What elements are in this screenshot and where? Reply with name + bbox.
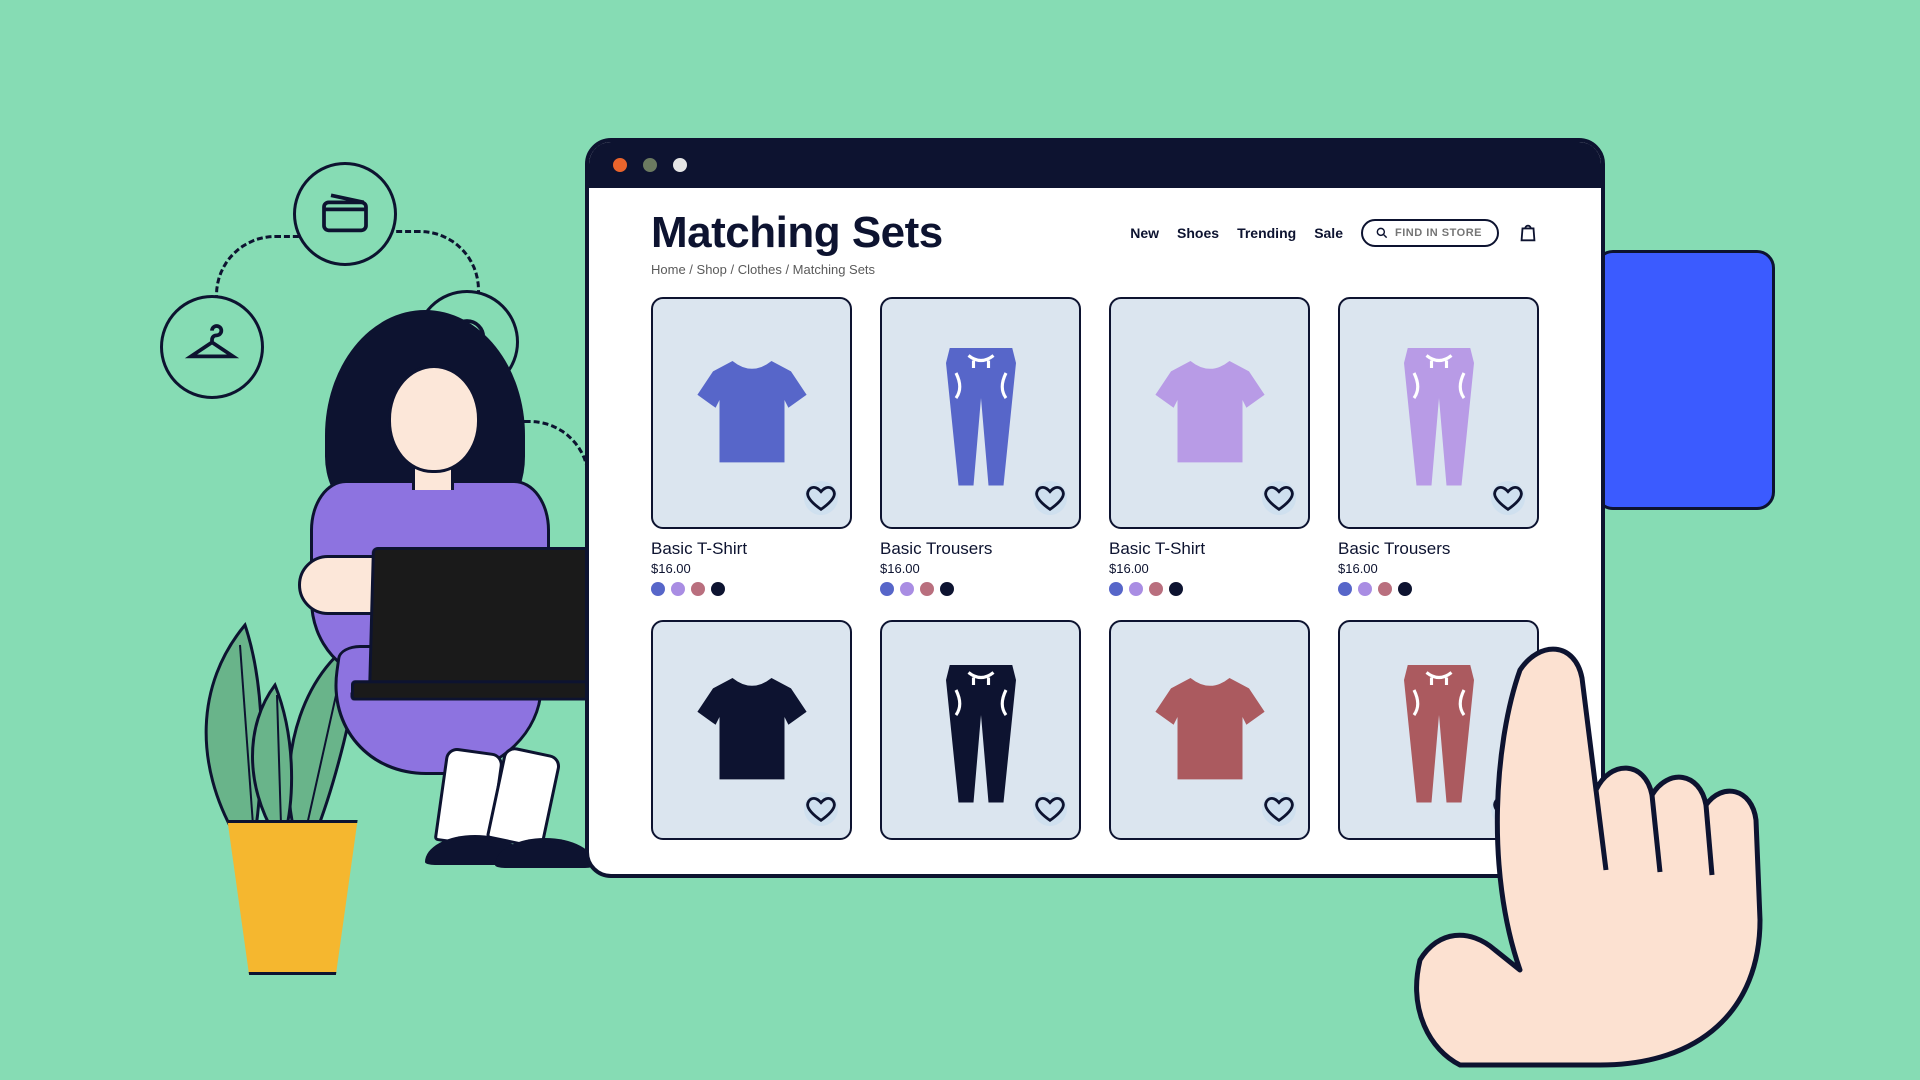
breadcrumb-home[interactable]: Home <box>651 262 686 277</box>
nav-sale[interactable]: Sale <box>1314 225 1343 241</box>
breadcrumb-current: Matching Sets <box>793 262 875 277</box>
product-card <box>880 620 1081 840</box>
favorite-button[interactable] <box>1491 481 1525 515</box>
color-swatch[interactable] <box>671 582 685 596</box>
color-swatch[interactable] <box>1129 582 1143 596</box>
color-swatch[interactable] <box>920 582 934 596</box>
breadcrumb: Home / Shop / Clothes / Matching Sets <box>651 262 1539 277</box>
product-thumbnail[interactable] <box>880 297 1081 529</box>
color-swatch[interactable] <box>880 582 894 596</box>
product-card: Basic T-Shirt $16.00 <box>651 297 852 596</box>
product-card: Basic Trousers $16.00 <box>1338 297 1539 596</box>
search-icon <box>1375 226 1389 240</box>
product-grid-row-1: Basic T-Shirt $16.00 Basic Trousers $16.… <box>651 297 1539 596</box>
product-card: Basic T-Shirt $16.00 <box>1109 297 1310 596</box>
favorite-button[interactable] <box>1033 481 1067 515</box>
favorite-button[interactable] <box>804 792 838 826</box>
favorite-button[interactable] <box>1033 792 1067 826</box>
color-swatch[interactable] <box>651 582 665 596</box>
window-maximize-icon[interactable] <box>671 156 689 174</box>
shopping-bag-icon[interactable] <box>1517 222 1539 244</box>
color-swatch[interactable] <box>1398 582 1412 596</box>
favorite-button[interactable] <box>804 481 838 515</box>
breadcrumb-clothes[interactable]: Clothes <box>738 262 782 277</box>
color-swatches <box>1338 582 1539 596</box>
color-swatch[interactable] <box>1169 582 1183 596</box>
color-swatch[interactable] <box>1358 582 1372 596</box>
pointing-hand-icon <box>1400 610 1920 1080</box>
color-swatch[interactable] <box>900 582 914 596</box>
nav-new[interactable]: New <box>1130 225 1159 241</box>
color-swatch[interactable] <box>711 582 725 596</box>
window-titlebar <box>589 142 1601 188</box>
nav-trending[interactable]: Trending <box>1237 225 1296 241</box>
search-input[interactable] <box>1395 227 1485 239</box>
top-nav: New Shoes Trending Sale <box>1130 219 1539 247</box>
search-box[interactable] <box>1361 219 1499 247</box>
person-illustration <box>240 310 600 910</box>
product-thumbnail[interactable] <box>880 620 1081 840</box>
product-thumbnail[interactable] <box>651 297 852 529</box>
product-thumbnail[interactable] <box>1109 620 1310 840</box>
color-swatch[interactable] <box>1149 582 1163 596</box>
nav-shoes[interactable]: Shoes <box>1177 225 1219 241</box>
product-thumbnail[interactable] <box>651 620 852 840</box>
window-minimize-icon[interactable] <box>641 156 659 174</box>
color-swatch[interactable] <box>940 582 954 596</box>
product-thumbnail[interactable] <box>1109 297 1310 529</box>
breadcrumb-shop[interactable]: Shop <box>697 262 727 277</box>
product-card <box>651 620 852 840</box>
decorative-accent <box>1595 250 1775 510</box>
favorite-button[interactable] <box>1262 792 1296 826</box>
color-swatches <box>880 582 1081 596</box>
window-close-icon[interactable] <box>611 156 629 174</box>
color-swatch[interactable] <box>1338 582 1352 596</box>
product-card <box>1109 620 1310 840</box>
page-title: Matching Sets <box>651 208 943 258</box>
color-swatch[interactable] <box>1378 582 1392 596</box>
color-swatches <box>1109 582 1310 596</box>
color-swatch[interactable] <box>1109 582 1123 596</box>
product-thumbnail[interactable] <box>1338 297 1539 529</box>
wallet-icon <box>293 162 397 266</box>
product-card: Basic Trousers $16.00 <box>880 297 1081 596</box>
color-swatch[interactable] <box>691 582 705 596</box>
favorite-button[interactable] <box>1262 481 1296 515</box>
decorative-illustration <box>120 140 590 920</box>
color-swatches <box>651 582 852 596</box>
